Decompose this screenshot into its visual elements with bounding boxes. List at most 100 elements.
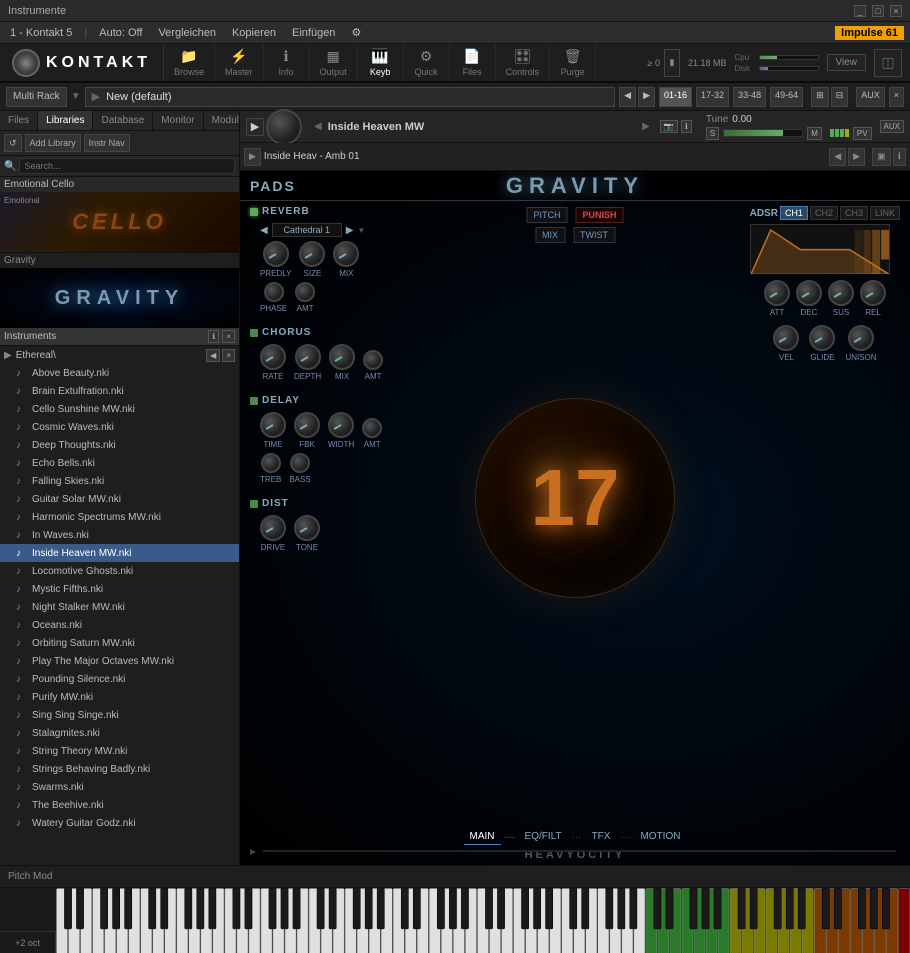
reverb-predly-knob[interactable] xyxy=(263,241,289,267)
list-item[interactable]: ♪ Harmonic Spectrums MW.nki xyxy=(0,508,239,526)
list-item-active[interactable]: ♪ Inside Heaven MW.nki xyxy=(0,544,239,562)
instance-selector[interactable]: 1 - Kontakt 5 xyxy=(6,25,76,41)
twist-button[interactable]: TWIST xyxy=(573,227,615,243)
list-item[interactable]: ♪ Cello Sunshine MW.nki xyxy=(0,400,239,418)
snap-icon[interactable]: ◫ xyxy=(874,49,902,77)
list-item[interactable]: ♪ Deep Thoughts.nki xyxy=(0,436,239,454)
unison-knob[interactable] xyxy=(848,325,874,351)
rack-aux[interactable]: AUX xyxy=(856,87,885,107)
adsr-tab-link[interactable]: LINK xyxy=(870,206,900,220)
rack-icon1[interactable]: ⊞ xyxy=(811,87,829,107)
piano-keys[interactable] xyxy=(56,888,910,953)
list-item[interactable]: ♪ Stalagmites.nki xyxy=(0,724,239,742)
maximize-button[interactable]: □ xyxy=(872,5,884,17)
adsr-tab-ch2[interactable]: CH2 xyxy=(810,206,838,220)
adsr-dec-knob[interactable] xyxy=(796,280,822,306)
chorus-mix-knob[interactable] xyxy=(329,344,355,370)
list-item[interactable]: ♪ Night Stalker MW.nki xyxy=(0,598,239,616)
list-item[interactable]: ♪ Above Beauty.nki xyxy=(0,364,239,382)
nav-master[interactable]: ⚡ Master xyxy=(215,44,264,81)
reverb-preset-next[interactable]: ▶ xyxy=(346,225,354,236)
pitch-button[interactable]: PITCH xyxy=(526,207,567,223)
list-item[interactable]: ♪ Brain Extulfration.nki xyxy=(0,382,239,400)
mix-button[interactable]: MIX xyxy=(535,227,565,243)
nav-purge[interactable]: 🗑 Purge xyxy=(550,44,596,81)
adsr-tab-ch3[interactable]: CH3 xyxy=(840,206,868,220)
dist-drive-knob[interactable] xyxy=(260,515,286,541)
delay-time-knob[interactable] xyxy=(260,412,286,438)
nav-files[interactable]: 📄 Files xyxy=(450,44,496,81)
delay-width-knob[interactable] xyxy=(328,412,354,438)
folder-close[interactable]: × xyxy=(222,349,235,362)
delay-led[interactable] xyxy=(250,397,258,405)
mute-button[interactable]: M xyxy=(807,127,822,140)
reverb-preset-prev[interactable]: ◀ xyxy=(260,225,268,236)
lib-refresh-button[interactable]: ↺ xyxy=(4,134,22,152)
tab-monitor[interactable]: Monitor xyxy=(153,111,203,130)
rack-close[interactable]: × xyxy=(889,87,904,107)
plugin-info-button[interactable]: ℹ xyxy=(681,120,692,133)
reverb-size-knob[interactable] xyxy=(299,241,325,267)
plugin-tuning-knob[interactable] xyxy=(266,109,302,145)
rack-range-33-48[interactable]: 33-48 xyxy=(733,87,766,107)
view-button[interactable]: View xyxy=(827,54,867,71)
dist-led[interactable] xyxy=(250,500,258,508)
rack-icon2[interactable]: ⊟ xyxy=(831,87,849,107)
glide-knob[interactable] xyxy=(809,325,835,351)
list-item[interactable]: ♪ Purify MW.nki xyxy=(0,688,239,706)
nav-quick[interactable]: ⚙ Quick xyxy=(404,44,450,81)
tab-database[interactable]: Database xyxy=(93,111,153,130)
list-item[interactable]: ♪ Watery Guitar Godz.nki xyxy=(0,814,239,832)
tab-libraries[interactable]: Libraries xyxy=(38,111,93,130)
list-item[interactable]: ♪ Oceans.nki xyxy=(0,616,239,634)
vel-knob[interactable] xyxy=(773,325,799,351)
chan-nav-next[interactable]: ▶ xyxy=(848,148,865,166)
rack-preset-selector[interactable]: ▶ New (default) xyxy=(85,87,616,107)
reverb-phase-knob[interactable] xyxy=(264,282,284,302)
solo-button[interactable]: S xyxy=(706,127,719,140)
list-item[interactable]: ♪ The Beehive.nki xyxy=(0,796,239,814)
list-item[interactable]: ♪ String Theory MW.nki xyxy=(0,742,239,760)
nav-eqfilt[interactable]: EQ/FILT xyxy=(519,829,568,845)
dist-tone-knob[interactable] xyxy=(294,515,320,541)
menu-auto[interactable]: Auto: Off xyxy=(95,25,146,41)
list-folder-ethereal[interactable]: ▶ Ethereal\ ◀ × xyxy=(0,346,239,364)
punish-button[interactable]: PUNISH xyxy=(575,207,623,223)
list-item[interactable]: ♪ Sing Sing Singe.nki xyxy=(0,706,239,724)
plugin-nav-next[interactable]: ▶ xyxy=(642,121,650,132)
tab-modules[interactable]: Modules xyxy=(204,111,240,130)
nav-controls[interactable]: 🎛 Controls xyxy=(496,44,551,81)
gravity-info-button[interactable]: ℹ xyxy=(208,330,219,343)
delay-amt-knob[interactable] xyxy=(362,418,382,438)
chorus-rate-knob[interactable] xyxy=(260,344,286,370)
menu-einfuegen[interactable]: Einfügen xyxy=(288,25,339,41)
pv-button[interactable]: PV xyxy=(853,127,872,140)
delay-bass-knob[interactable] xyxy=(290,453,310,473)
rack-range-49-64[interactable]: 49-64 xyxy=(770,87,803,107)
settings-icon[interactable]: ⚙ xyxy=(347,24,365,41)
adsr-rel-knob[interactable] xyxy=(860,280,886,306)
adsr-sus-knob[interactable] xyxy=(828,280,854,306)
lib-instr-nav-button[interactable]: Instr Nav xyxy=(84,134,130,152)
adsr-tab-ch1[interactable]: CH1 xyxy=(780,206,808,220)
list-item[interactable]: ♪ Echo Bells.nki xyxy=(0,454,239,472)
lib-add-button[interactable]: Add Library xyxy=(25,134,81,152)
rack-range-01-16[interactable]: 01-16 xyxy=(659,87,692,107)
nav-motion[interactable]: MOTION xyxy=(634,829,686,845)
minimize-button[interactable]: _ xyxy=(854,5,866,17)
list-item[interactable]: ♪ Guitar Solar MW.nki xyxy=(0,490,239,508)
nav-main[interactable]: MAIN xyxy=(464,829,501,845)
list-item[interactable]: ♪ Orbiting Saturn MW.nki xyxy=(0,634,239,652)
nav-info[interactable]: ℹ Info xyxy=(264,44,310,81)
list-item[interactable]: ♪ Pounding Silence.nki xyxy=(0,670,239,688)
list-item[interactable]: ♪ Mystic Fifths.nki xyxy=(0,580,239,598)
rack-range-17-32[interactable]: 17-32 xyxy=(696,87,729,107)
rack-prev[interactable]: ◀ xyxy=(619,87,636,107)
search-input[interactable] xyxy=(19,158,235,174)
plugin-camera-button[interactable]: 📷 xyxy=(660,120,678,133)
nav-browse[interactable]: 📁 Browse xyxy=(164,44,215,81)
reverb-amt-knob[interactable] xyxy=(295,282,315,302)
chan-icon1[interactable]: ▣ xyxy=(872,148,891,166)
list-item[interactable]: ♪ Cosmic Waves.nki xyxy=(0,418,239,436)
nav-keyb[interactable]: 🎹 Keyb xyxy=(358,44,404,81)
